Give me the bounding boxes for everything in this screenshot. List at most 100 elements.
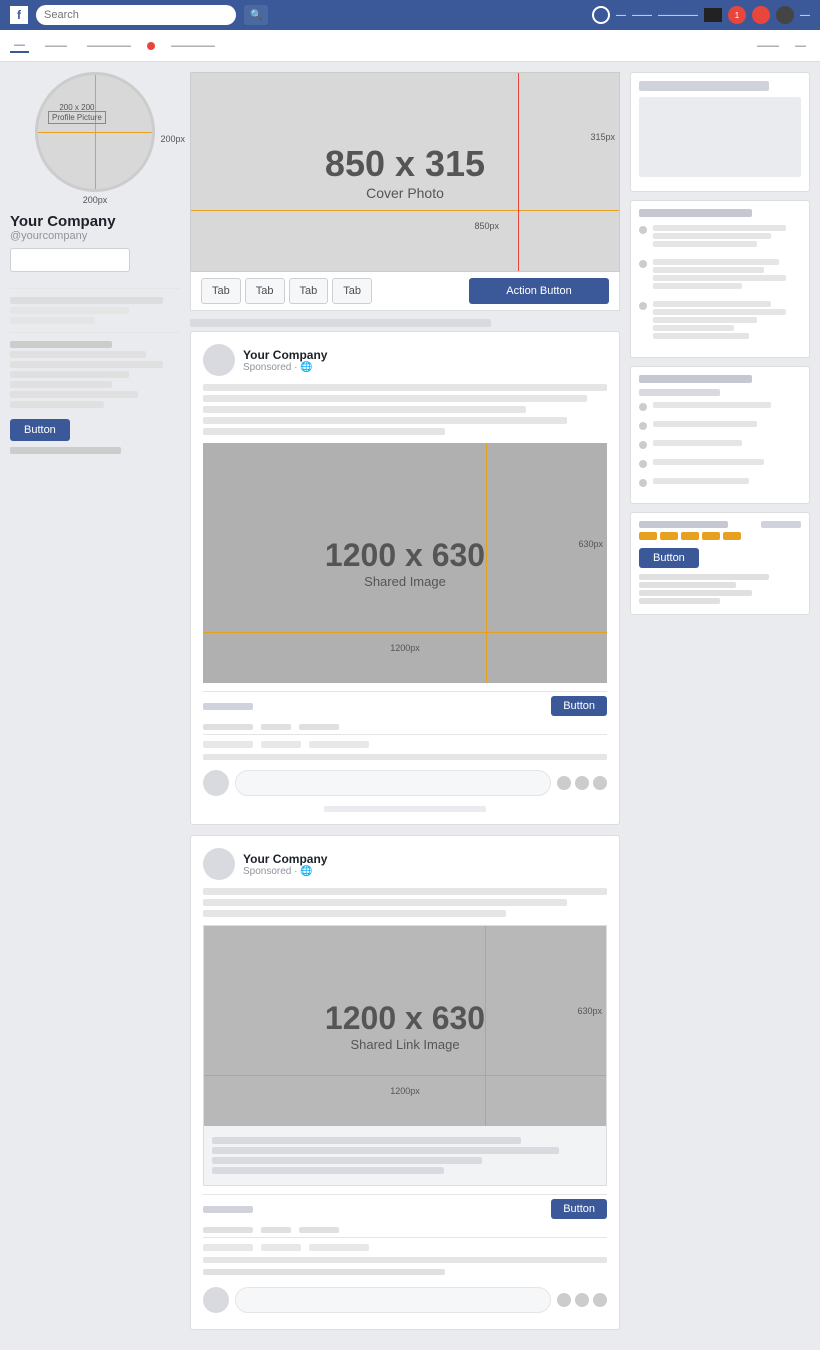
reaction2-gray-1: [203, 1227, 253, 1233]
shared-630-label-1: 630px: [578, 539, 603, 549]
right-orange-dots-row: [639, 532, 801, 540]
comment-icons-1: [557, 776, 607, 790]
post-share-row-1: [203, 735, 607, 754]
rll-1-2: [653, 233, 771, 239]
cover-315px-label: 315px: [590, 132, 615, 142]
post2-action-label-1: [203, 1206, 253, 1213]
snav-item-activity[interactable]: ————: [83, 40, 135, 52]
post-text-lines-2: [203, 888, 607, 917]
plp-image-2: 1200 x 630 Shared Link Image 630px 1200p…: [204, 926, 606, 1126]
comment-emoji-icon-1: [557, 776, 571, 790]
rll-3-3: [653, 317, 757, 323]
sidebar-line-4: [10, 371, 129, 378]
nav-text-home[interactable]: —: [616, 10, 626, 21]
share2-gray-1: [203, 1244, 253, 1251]
right-card-ads-1: [630, 200, 810, 358]
orange-dot-1: [639, 532, 657, 540]
reaction-gray-3: [299, 724, 339, 730]
sidebar-line-3: [10, 361, 163, 368]
post-company-name-1: Your Company: [243, 348, 327, 362]
nav-account-text[interactable]: —: [800, 10, 810, 21]
reaction2-gray-3: [299, 1227, 339, 1233]
post-header-info-2: Your Company Sponsored · 🌐: [243, 852, 327, 877]
shared-image-title-1: 1200 x 630: [325, 537, 485, 574]
rll-1-1: [653, 225, 786, 231]
comment-input-field-2[interactable]: [235, 1287, 551, 1313]
post-header-info-1: Your Company Sponsored · 🌐: [243, 348, 327, 373]
plp-text-line-2: [212, 1147, 559, 1154]
profile-200px-bottom-label: 200px: [35, 195, 155, 205]
post-actions-1: Button: [203, 691, 607, 720]
sidebar-outline-button[interactable]: [10, 248, 130, 272]
right-large-gray-area: [639, 97, 801, 177]
right-list-dot-3: [639, 302, 647, 310]
nav-badge-2[interactable]: [752, 6, 770, 24]
page-tab-1[interactable]: Tab: [201, 278, 241, 304]
nav-notification-icon[interactable]: 1: [728, 6, 746, 24]
snav-item-home[interactable]: —: [10, 39, 29, 53]
plp-630-label-2: 630px: [577, 1006, 602, 1016]
nav-text-more[interactable]: ————: [658, 10, 698, 21]
share-gray-2: [261, 741, 301, 748]
snav-right-item-1[interactable]: ——: [753, 40, 783, 52]
snav-item-groups[interactable]: ————: [167, 40, 219, 52]
sidebar-line-1: [10, 341, 112, 348]
cover-orange-horizontal-line: [191, 210, 619, 211]
cover-photo-subtitle: Cover Photo: [366, 185, 444, 201]
left-sidebar: 200 x 200 Profile Picture 200px 200px Yo…: [10, 72, 180, 1340]
comment-input-field-1[interactable]: [235, 770, 551, 796]
second-navbar: — —— ———— ———— —— —: [0, 30, 820, 62]
page-tab-3[interactable]: Tab: [289, 278, 329, 304]
cover-red-vertical-line: [518, 73, 519, 271]
nav-message-icon[interactable]: [752, 6, 770, 24]
comment-input-row-2: [203, 1283, 607, 1317]
right-groups-item-4: [639, 457, 801, 468]
sidebar-gray-3: [10, 317, 95, 324]
snav-notification-dot: [147, 42, 155, 50]
nav-search-input[interactable]: [36, 5, 236, 25]
post2-line-3: [203, 910, 506, 917]
right-groups-item-1: [639, 400, 801, 411]
post-share-row-2: [203, 1238, 607, 1257]
sidebar-line-6: [10, 391, 138, 398]
plp-text-line-4: [212, 1167, 444, 1174]
nav-profile-icon[interactable]: [776, 6, 794, 24]
rg-3-1: [653, 440, 742, 446]
right-groups-dot-3: [639, 441, 647, 449]
snav-right-item-2[interactable]: —: [791, 40, 810, 52]
main-layout: 200 x 200 Profile Picture 200px 200px Yo…: [0, 62, 820, 1350]
right-groups-dot-1: [639, 403, 647, 411]
plp-image-sub-2: Shared Link Image: [350, 1037, 459, 1052]
top-navbar: f 🔍 — —— ———— 1 —: [0, 0, 820, 30]
orange-dot-2: [660, 532, 678, 540]
right-list-item-2: [639, 257, 801, 291]
right-groups-lines-3: [653, 438, 801, 448]
right-blue-btn[interactable]: Button: [639, 548, 699, 568]
right-card-suggested: [630, 72, 810, 192]
post-action-blue-btn-2[interactable]: Button: [551, 1199, 607, 1219]
snav-item-pages[interactable]: ——: [41, 40, 71, 52]
page-action-button[interactable]: Action Button: [469, 278, 609, 304]
nav-text-friends[interactable]: ——: [632, 10, 652, 21]
plp-orange-h-2: [204, 1075, 606, 1076]
post-card-2: Your Company Sponsored · 🌐 1200 x 630: [190, 835, 620, 1330]
nav-badge-1[interactable]: 1: [728, 6, 746, 24]
cover-photo-title: 850 x 315: [325, 143, 485, 185]
right-cta-line-1: [639, 574, 769, 580]
right-groups-title: [639, 375, 752, 383]
plp-text-line-3: [212, 1157, 482, 1164]
right-list-lines-1: [653, 223, 801, 249]
right-sidebar: Button: [630, 72, 810, 1340]
center-top-label-line: [190, 319, 491, 327]
page-tab-2[interactable]: Tab: [245, 278, 285, 304]
post-action-blue-btn-1[interactable]: Button: [551, 696, 607, 716]
right-card-groups: [630, 366, 810, 504]
right-groups-dot-4: [639, 460, 647, 468]
nav-search-button[interactable]: 🔍: [244, 5, 268, 25]
sidebar-blue-button[interactable]: Button: [10, 419, 70, 441]
rll-2-3: [653, 275, 786, 281]
sidebar-line-5: [10, 381, 112, 388]
page-tab-4[interactable]: Tab: [332, 278, 372, 304]
pp-size-label: 200 x 200 Profile Picture: [48, 103, 106, 124]
reaction-gray-2: [261, 724, 291, 730]
